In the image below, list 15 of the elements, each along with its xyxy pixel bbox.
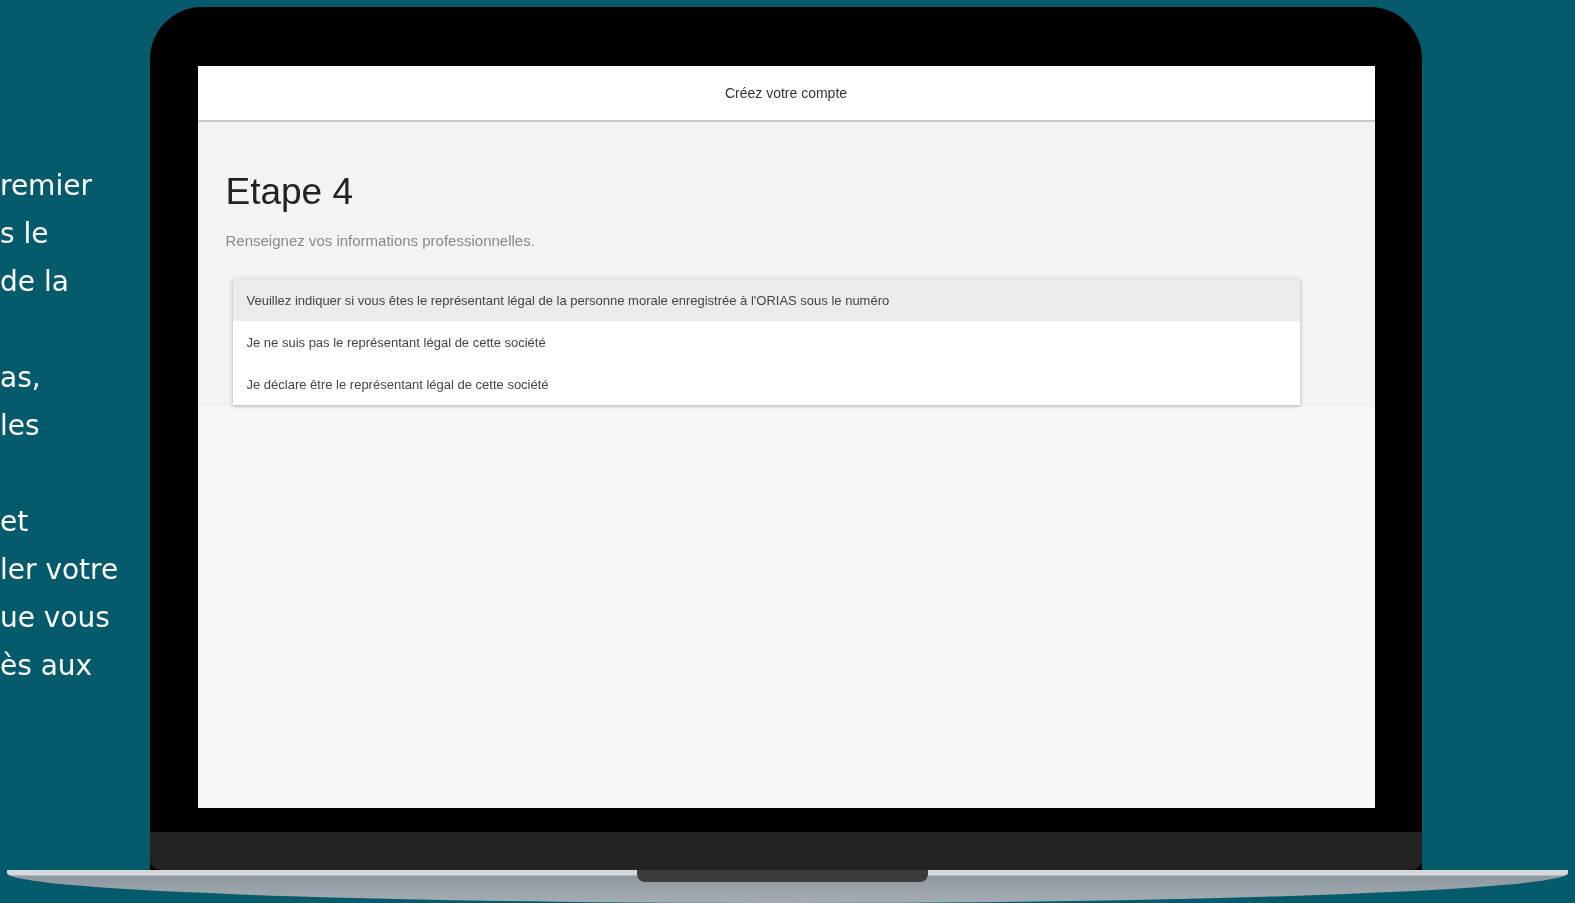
intro-text-line: ue vous (0, 600, 110, 636)
intro-text-line: et (0, 504, 29, 540)
intro-text-line: remier (0, 168, 92, 204)
choice-option[interactable]: Je déclare être le représentant légal de cette société (232, 363, 1300, 405)
intro-text-line: ler votre (0, 552, 119, 588)
step-heading: Etape 4 (225, 170, 355, 214)
question-text: Veuillez indiquer si vous êtes le représentant légal de la personne morale enregistrée à l'ORIAS sous le numéro (232, 279, 1300, 321)
header-title: Créez votre compte (724, 85, 848, 101)
intro-text-line: as, (0, 360, 41, 396)
intro-text-line: s le (0, 216, 49, 252)
intro-text-line: les (0, 408, 40, 444)
intro-text-line: ès aux (0, 648, 93, 684)
step-subtitle: Renseignez vos informations professionnelles. (225, 232, 536, 249)
intro-text-line: de la (0, 264, 69, 300)
choice-option[interactable]: Je ne suis pas le représentant légal de cette société (232, 321, 1300, 363)
